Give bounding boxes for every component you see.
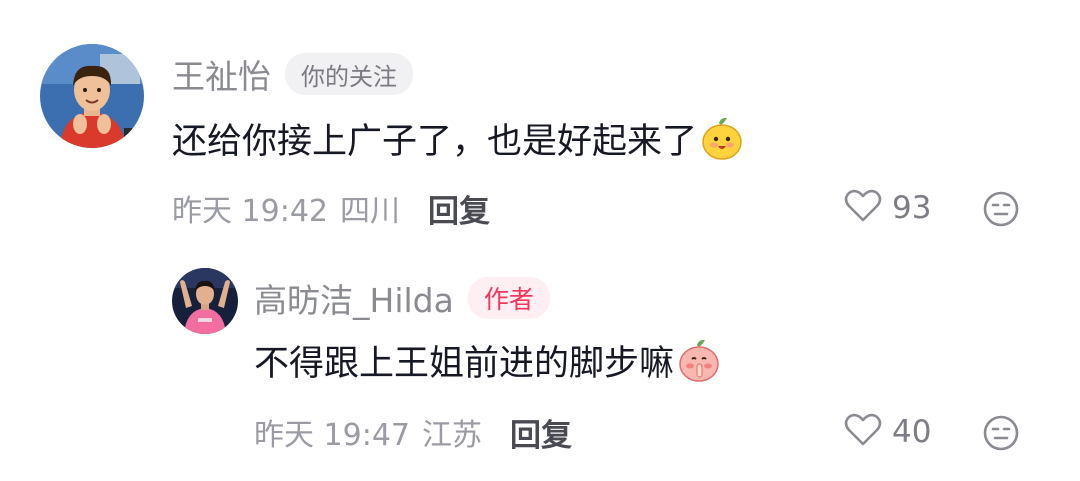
avatar-image	[40, 44, 144, 148]
dislike-button[interactable]	[982, 190, 1020, 228]
timestamp: 昨天 19:42	[172, 194, 328, 229]
name-row: 王祉怡 你的关注	[172, 52, 413, 96]
name-row: 高昉洁_Hilda 作者	[254, 276, 550, 320]
comment-text-content: 还给你接上广子了，也是好起来了	[172, 121, 698, 162]
reply-button[interactable]: 回复	[428, 186, 490, 231]
dislike-button[interactable]	[982, 414, 1020, 452]
like-button[interactable]: 40	[844, 410, 931, 454]
username[interactable]: 高昉洁_Hilda	[254, 274, 454, 322]
reply-item: 高昉洁_Hilda 作者 不得跟上王姐前进的脚步嘛 昨天 19:47 江苏 回复	[0, 250, 1080, 481]
avatar[interactable]	[40, 44, 144, 148]
mango-face-emoji	[699, 115, 745, 161]
peach-shush-emoji	[676, 337, 722, 383]
location: 江苏	[422, 418, 482, 453]
comment-text: 不得跟上王姐前进的脚步嘛	[254, 336, 722, 384]
comment-text: 还给你接上广子了，也是好起来了	[172, 114, 745, 162]
username[interactable]: 王祉怡	[172, 50, 271, 98]
like-count: 40	[892, 414, 932, 450]
comment-text-content: 不得跟上王姐前进的脚步嘛	[254, 343, 675, 384]
like-count: 93	[892, 190, 932, 226]
meta-row: 昨天 19:47 江苏 回复	[254, 410, 572, 454]
reply-button[interactable]: 回复	[510, 410, 572, 455]
comment-item: 王祉怡 你的关注 还给你接上广子了，也是好起来了 昨天 19:42 四川 回复	[0, 0, 1080, 250]
author-badge: 作者	[467, 277, 550, 319]
neutral-face-icon	[983, 415, 1019, 451]
location: 四川	[340, 194, 400, 229]
avatar[interactable]	[172, 268, 238, 334]
heart-outline-icon	[844, 189, 882, 227]
following-badge: 你的关注	[285, 53, 413, 95]
avatar-image	[172, 268, 238, 334]
neutral-face-icon	[983, 191, 1019, 227]
timestamp: 昨天 19:47	[254, 418, 410, 453]
meta-row: 昨天 19:42 四川 回复	[172, 186, 490, 230]
heart-outline-icon	[844, 413, 882, 451]
like-button[interactable]: 93	[844, 186, 931, 230]
